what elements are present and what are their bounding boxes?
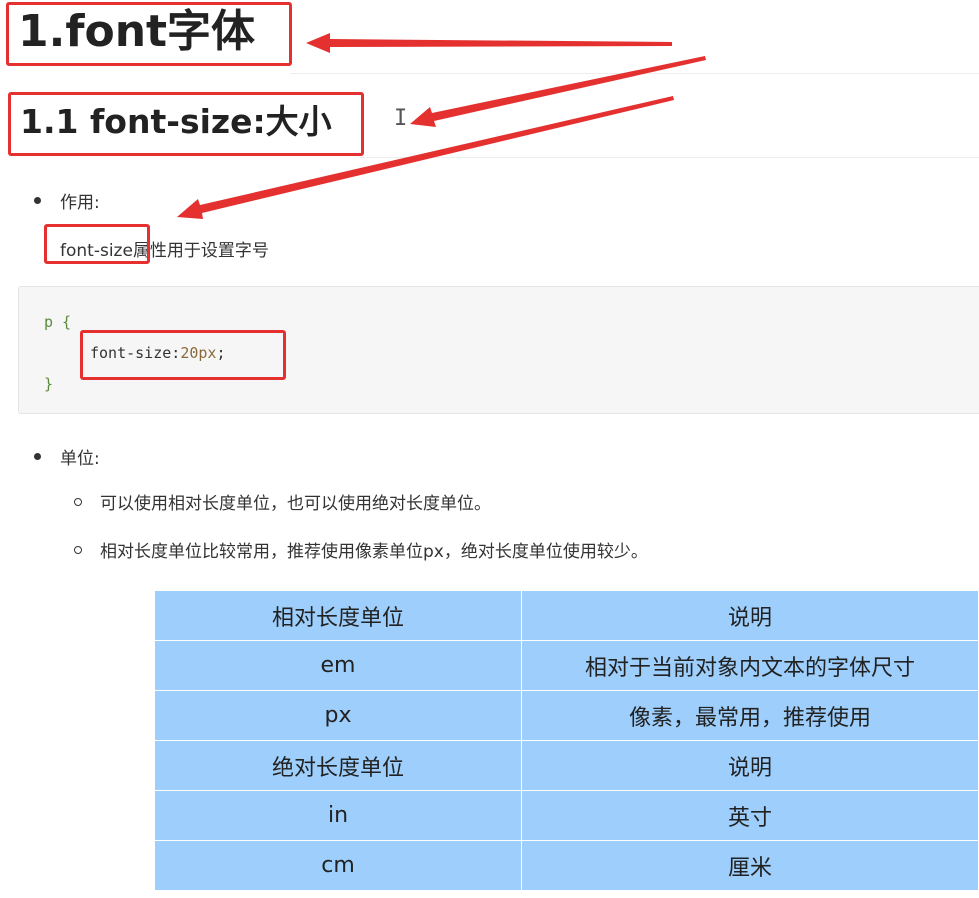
table-cell: 相对长度单位	[154, 590, 522, 641]
table-cell: 厘米	[521, 840, 979, 891]
effect-label: 作用:	[60, 193, 100, 213]
table-cell: 英寸	[521, 790, 979, 841]
table-cell: cm	[154, 840, 522, 891]
table-row: in 英寸	[154, 790, 979, 841]
annotation-box-heading-1	[6, 2, 292, 66]
annotation-box-code	[80, 330, 286, 380]
units-item-1: 可以使用相对长度单位，也可以使用绝对长度单位。	[100, 494, 491, 514]
annotation-box-heading-2	[8, 92, 364, 156]
annotation-box-prop-name	[44, 224, 150, 264]
table-cell: 说明	[521, 740, 979, 791]
heading-1-divider	[290, 73, 979, 74]
table-row: 绝对长度单位 说明	[154, 740, 979, 791]
bullet-icon	[34, 453, 41, 460]
table-row: em 相对于当前对象内文本的字体尺寸	[154, 640, 979, 691]
heading-2-divider	[360, 157, 979, 158]
arrow-icon	[410, 56, 706, 127]
table-cell: 像素，最常用，推荐使用	[521, 690, 979, 741]
bullet-icon	[34, 197, 41, 204]
table-row: px 像素，最常用，推荐使用	[154, 690, 979, 741]
units-table: 相对长度单位 说明 em 相对于当前对象内文本的字体尺寸 px 像素，最常用，推…	[154, 590, 979, 891]
table-cell: 绝对长度单位	[154, 740, 522, 791]
code-selector: p {	[44, 313, 72, 331]
units-item-2: 相对长度单位比较常用，推荐使用像素单位px，绝对长度单位使用较少。	[100, 542, 648, 562]
arrow-icon	[306, 33, 672, 53]
table-cell: em	[154, 640, 522, 691]
prop-description: 属性用于设置字号	[132, 241, 269, 261]
table-cell: px	[154, 690, 522, 741]
table-cell: 说明	[521, 590, 979, 641]
text-cursor-icon: I	[394, 106, 408, 131]
code-close: }	[44, 375, 54, 393]
table-cell: 相对于当前对象内文本的字体尺寸	[521, 640, 979, 691]
table-row: cm 厘米	[154, 840, 979, 891]
table-cell: in	[154, 790, 522, 841]
circle-bullet-icon	[74, 498, 82, 506]
table-row: 相对长度单位 说明	[154, 590, 979, 641]
units-label: 单位:	[60, 449, 100, 469]
circle-bullet-icon	[74, 546, 82, 554]
